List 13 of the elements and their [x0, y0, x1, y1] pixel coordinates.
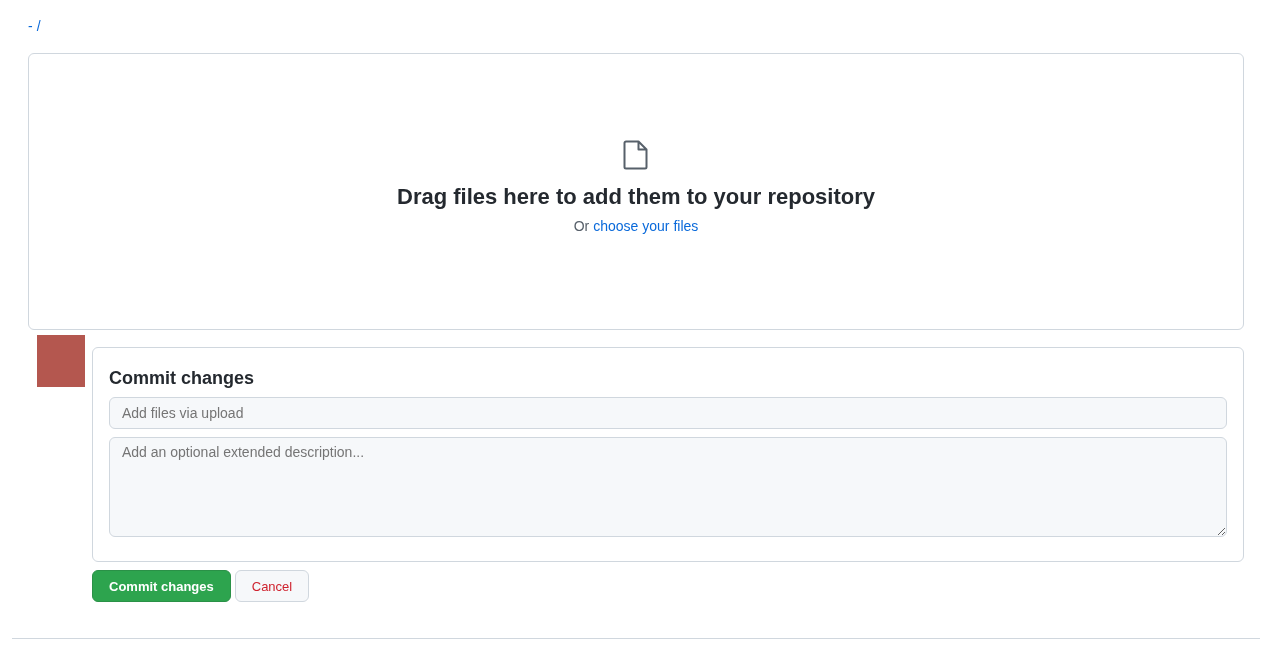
choose-files-link[interactable]: choose your files — [593, 217, 699, 234]
upload-dropzone[interactable]: Drag files here to add them to your repository Or choose your files — [28, 53, 1244, 330]
commit-button[interactable]: Commit changes — [92, 570, 231, 602]
commit-title: Commit changes — [109, 368, 256, 389]
cancel-button[interactable]: Cancel — [234, 570, 310, 602]
avatar — [37, 335, 85, 387]
file-icon — [623, 139, 649, 170]
choose-prefix: Or — [573, 217, 590, 234]
commit-description-field[interactable]: Add an optional extended description... — [109, 437, 1227, 537]
repository-link[interactable]: - — [28, 18, 33, 34]
commit-summary-field[interactable]: Add files via upload — [109, 397, 1227, 429]
dropzone-heading: Drag files here to add them to your repository — [397, 183, 875, 210]
path-separator: / — [36, 18, 41, 34]
